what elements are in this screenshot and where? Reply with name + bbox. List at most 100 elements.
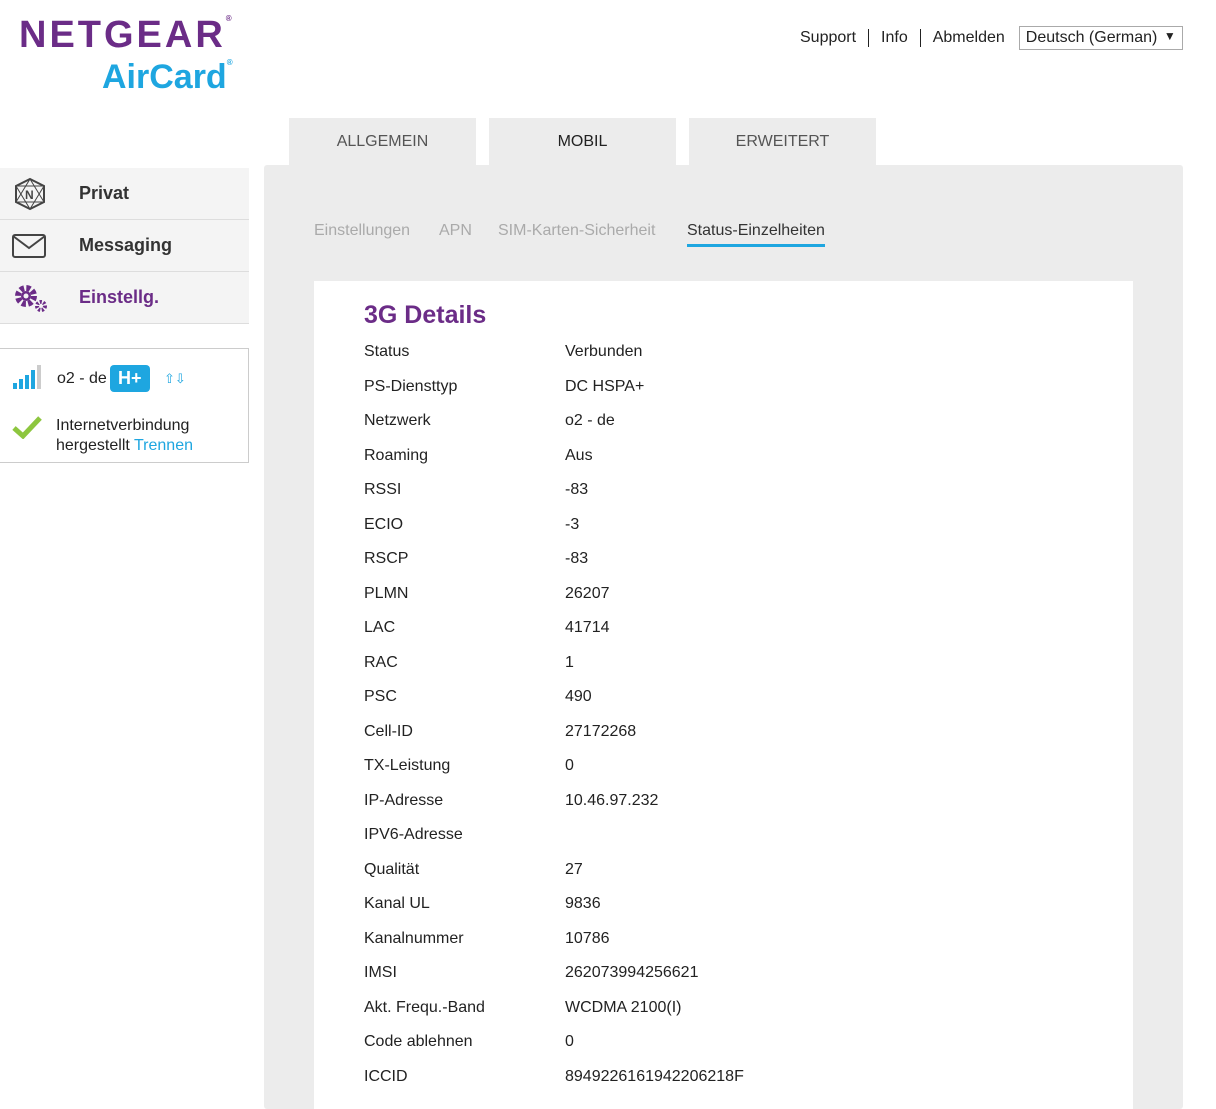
detail-row: Netzwerk o2 - de — [364, 412, 615, 430]
dropdown-arrow-icon: ▼ — [1163, 29, 1176, 43]
tab-erweitert[interactable]: ERWEITERT — [689, 118, 876, 165]
detail-label: Code ablehnen — [364, 1033, 473, 1050]
detail-row: PS-Diensttyp DC HSPA+ — [364, 378, 644, 396]
up-down-arrows-icon: ⇧⇩ — [164, 371, 186, 386]
subtab-status-details[interactable]: Status-Einzelheiten — [687, 222, 825, 247]
aircard-logo: AirCard® — [102, 58, 233, 96]
sidebar-item-messaging[interactable]: Messaging — [0, 220, 249, 272]
network-name: o2 - de — [57, 370, 107, 387]
detail-value: 1 — [565, 653, 574, 671]
detail-label: PLMN — [364, 584, 409, 602]
detail-label: TX-Leistung — [364, 757, 451, 774]
network-type-badge: H+ — [110, 365, 150, 392]
detail-label: IMSI — [364, 964, 397, 981]
gears-icon — [0, 283, 79, 313]
detail-value: -83 — [565, 481, 589, 498]
detail-value: 8949226161942206218F — [565, 1067, 744, 1085]
detail-row: ECIO -3 — [364, 516, 579, 534]
signal-icon — [13, 365, 41, 389]
sidebar-label: Privat — [79, 183, 130, 203]
detail-label: Akt. Frequ.-Band — [364, 998, 485, 1016]
detail-row: RSCP -83 — [364, 550, 588, 568]
logout-link[interactable]: Abmelden — [921, 29, 1017, 47]
detail-value: 27172268 — [565, 722, 637, 740]
svg-text:N: N — [25, 188, 34, 202]
detail-value: 0 — [565, 757, 574, 774]
detail-value: Aus — [565, 446, 593, 464]
detail-label: PS-Diensttyp — [364, 377, 458, 395]
detail-row: Kanal UL 9836 — [364, 895, 601, 913]
detail-row: Qualität 27 — [364, 861, 583, 879]
detail-row: ICCID 8949226161942206218F — [364, 1068, 744, 1086]
detail-value: 10.46.97.232 — [565, 791, 659, 809]
details-card: 3G Details Status Verbunden PS-Diensttyp DC… — [314, 281, 1133, 1109]
detail-label: Kanal UL — [364, 895, 430, 912]
detail-label: ECIO — [364, 515, 404, 533]
detail-row: PSC 490 — [364, 688, 592, 706]
connection-status-box: o2 - de H+ ⇧⇩ Internetverbindung hergest… — [0, 348, 249, 463]
detail-label: Roaming — [364, 446, 429, 464]
detail-value: 26207 — [565, 584, 610, 602]
detail-label: Status — [364, 343, 410, 360]
tab-allgemein[interactable]: ALLGEMEIN — [289, 118, 476, 165]
detail-label: IPV6-Adresse — [364, 826, 463, 843]
detail-label: Kanalnummer — [364, 929, 464, 947]
detail-label: PSC — [364, 688, 397, 705]
detail-label: Qualität — [364, 860, 420, 878]
detail-value: DC HSPA+ — [565, 377, 645, 395]
detail-row: LAC 41714 — [364, 619, 610, 637]
header-links: Support Info Abmelden Deutsch (German) ▼ — [800, 26, 1183, 50]
language-value: Deutsch (German) — [1025, 29, 1158, 46]
netgear-icon: N — [0, 177, 79, 211]
detail-label: Cell-ID — [364, 722, 413, 740]
detail-row: PLMN 26207 — [364, 585, 610, 603]
detail-row: Status Verbunden — [364, 343, 642, 361]
detail-row: Code ablehnen 0 — [364, 1033, 574, 1051]
detail-value: -83 — [565, 550, 589, 567]
sidebar-label: Einstellg. — [79, 287, 160, 307]
detail-row: TX-Leistung 0 — [364, 757, 574, 775]
detail-value: 10786 — [565, 929, 610, 947]
envelope-icon — [0, 233, 79, 258]
detail-label: RAC — [364, 653, 398, 671]
detail-value: 9836 — [565, 895, 601, 912]
detail-value: o2 - de — [565, 412, 615, 429]
detail-label: Netzwerk — [364, 412, 431, 429]
detail-label: IP-Adresse — [364, 791, 444, 809]
detail-value: WCDMA 2100(I) — [565, 998, 682, 1016]
detail-value: Verbunden — [565, 343, 643, 360]
detail-value: -3 — [565, 515, 580, 533]
detail-row: RSSI -83 — [364, 481, 588, 499]
detail-row: Kanalnummer 10786 — [364, 930, 610, 948]
detail-label: RSSI — [364, 481, 402, 498]
detail-row: IP-Adresse 10.46.97.232 — [364, 792, 658, 810]
logo-product: AirCard — [102, 58, 227, 96]
detail-label: ICCID — [364, 1067, 408, 1085]
detail-row: Cell-ID 27172268 — [364, 723, 636, 741]
subtab-apn[interactable]: APN — [439, 222, 472, 240]
info-link[interactable]: Info — [869, 29, 921, 47]
detail-label: LAC — [364, 619, 396, 636]
detail-row: IMSI 262073994256621 — [364, 964, 698, 982]
subtab-einstellungen[interactable]: Einstellungen — [314, 222, 410, 240]
detail-row: Akt. Frequ.-Band WCDMA 2100(I) — [364, 999, 681, 1017]
detail-value: 0 — [565, 1033, 574, 1050]
detail-row: RAC 1 — [364, 654, 574, 672]
checkmark-icon — [12, 416, 42, 439]
detail-label: RSCP — [364, 550, 409, 567]
detail-value: 490 — [565, 688, 592, 705]
subtab-sim-security[interactable]: SIM-Karten-Sicherheit — [498, 222, 655, 240]
detail-value: 27 — [565, 860, 583, 878]
sidebar-item-privat[interactable]: N Privat — [0, 168, 249, 220]
detail-row: IPV6-Adresse — [364, 826, 565, 844]
support-link[interactable]: Support — [800, 29, 870, 47]
language-select[interactable]: Deutsch (German) ▼ — [1018, 26, 1183, 50]
sidebar-label: Messaging — [79, 235, 173, 255]
tab-mobil[interactable]: MOBIL — [489, 118, 676, 165]
detail-value: 41714 — [565, 619, 610, 636]
netgear-logo: NETGEAR® — [19, 14, 235, 56]
sidebar-item-einstellg[interactable]: Einstellg. — [0, 272, 249, 324]
logo-brand: NETGEAR — [19, 14, 226, 56]
disconnect-link[interactable]: Trennen — [134, 437, 193, 454]
details-title: 3G Details — [364, 301, 487, 329]
